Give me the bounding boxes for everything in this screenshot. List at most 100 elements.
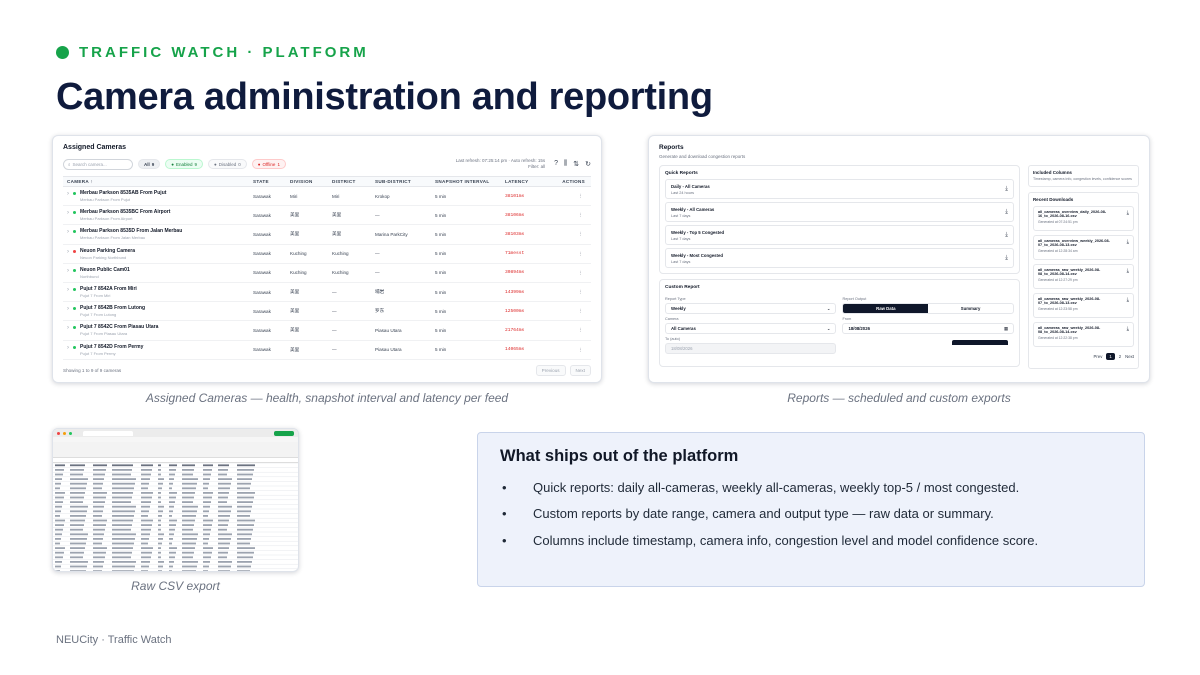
download-icon[interactable]: ⤓ xyxy=(1127,210,1129,217)
columns-icon[interactable]: ⫼ xyxy=(564,160,567,168)
col-camera[interactable]: CAMERA ↑ xyxy=(67,179,253,184)
download-icon[interactable]: ⤓ xyxy=(1127,297,1129,304)
filter-enabled-chip[interactable]: ● Enabled 9 xyxy=(165,159,204,169)
next-page-button[interactable]: Next xyxy=(1125,354,1134,359)
chevron-right-icon[interactable]: › xyxy=(67,210,69,216)
downloads-pager: Prev 1 2 Next xyxy=(1033,352,1134,360)
table-row[interactable]: › Pujut 7 8542D From Permy Pujut 7 From Pe… xyxy=(63,341,591,360)
download-icon[interactable]: ⤓ xyxy=(1005,232,1008,239)
more-actions-icon[interactable]: ⋮ xyxy=(551,251,591,257)
more-actions-icon[interactable]: ⋮ xyxy=(551,327,591,333)
more-actions-icon[interactable]: ⋮ xyxy=(551,347,591,353)
more-actions-icon[interactable]: ⋮ xyxy=(551,212,591,218)
report-output-toggle[interactable]: Raw Data Summary xyxy=(842,303,1014,314)
download-item[interactable]: all_cameras_raw_weekly_2026-08-07_to_202… xyxy=(1032,292,1134,318)
more-actions-icon[interactable]: ⋮ xyxy=(551,231,591,237)
refresh-icon[interactable]: ↻ xyxy=(585,160,591,168)
next-button[interactable]: Next xyxy=(569,364,591,376)
cell-division: 美里 xyxy=(290,289,300,295)
download-item[interactable]: all_cameras_raw_weekly_2026-08-08_to_202… xyxy=(1032,321,1134,347)
to-label: To (auto) xyxy=(665,337,680,341)
table-row[interactable]: › Pujut 7 8542A From Miri Pujut 7 From Mir… xyxy=(63,283,591,303)
download-item[interactable]: all_cameras_raw_weekly_2026-08-08_to_202… xyxy=(1032,263,1134,289)
camera-name: Merbau Parkson 8535BC From Airport xyxy=(80,209,171,216)
from-date-input[interactable]: 18/08/2026 ▦ xyxy=(842,323,1014,334)
more-actions-icon[interactable]: ⋮ xyxy=(551,308,591,314)
cell-text-mark xyxy=(203,542,208,545)
cell-text-mark xyxy=(218,478,232,480)
table-row[interactable]: › Neuon Parking Camera Neuon Parking North… xyxy=(63,245,591,264)
chevron-right-icon[interactable]: › xyxy=(67,325,69,331)
chevron-right-icon[interactable]: › xyxy=(67,345,69,351)
cell-text-mark xyxy=(203,547,213,549)
cell-text-mark xyxy=(182,473,193,476)
chevron-right-icon[interactable]: › xyxy=(67,268,69,274)
more-actions-icon[interactable]: ⋮ xyxy=(551,289,591,295)
report-type-select[interactable]: Weekly ⌄ xyxy=(665,303,837,314)
cell-text-mark xyxy=(55,538,61,540)
filter-offline-chip[interactable]: ● Offline 1 xyxy=(251,159,286,169)
cell-latency: 30894ms xyxy=(505,270,525,276)
chevron-right-icon[interactable]: › xyxy=(67,191,69,197)
summary-option[interactable]: Summary xyxy=(928,304,1013,313)
download-icon[interactable]: ⤓ xyxy=(1005,209,1008,216)
table-row[interactable]: › Merbau Parkson 8535AB From Pujut Merbau … xyxy=(63,187,591,207)
table-row[interactable]: › Neuon Public Cam01 Northbund Sarawak Kuchi… xyxy=(63,264,591,283)
camera-select[interactable]: All Cameras ⌄ xyxy=(665,323,837,334)
more-actions-icon[interactable]: ⋮ xyxy=(551,270,591,276)
table-row[interactable]: › Merbau Parkson 8535BC From Airport Merba… xyxy=(63,206,591,226)
camera-subtitle: Merbau Parkson From Jalan Merbau xyxy=(80,235,146,241)
showing-text: Showing 1 to 9 of 9 cameras xyxy=(63,367,122,373)
cameras-caption: Assigned Cameras — health, snapshot inte… xyxy=(145,391,509,405)
quick-reports-card: Quick Reports Daily - All Cameras Last 24… xyxy=(659,165,1020,274)
cell-text-mark xyxy=(158,528,161,531)
cell-text-mark xyxy=(93,469,106,471)
chevron-right-icon[interactable]: › xyxy=(67,249,69,255)
quick-report-item[interactable]: Weekly - All Cameras Last 7 days ⤓ xyxy=(665,202,1014,222)
col-interval: SNAPSHOT INTERVAL xyxy=(435,179,490,184)
download-item[interactable]: all_cameras_overview_daily_2026-08-16_to… xyxy=(1032,205,1134,231)
download-icon[interactable]: ⤓ xyxy=(1127,268,1129,275)
table-row[interactable]: › Pujut 7 8542B From Lutong Pujut 7 From L… xyxy=(63,302,591,322)
cell-division: 美里 xyxy=(290,308,300,314)
table-row[interactable]: › Pujut 7 8542C From Piasau Utara Pujut 7 … xyxy=(63,321,591,341)
filter-disabled-chip[interactable]: ● Disabled 0 xyxy=(208,159,247,169)
quick-report-item[interactable]: Weekly - Most Congested Last 7 days ⤓ xyxy=(665,248,1014,268)
cell-text-mark xyxy=(203,482,209,485)
download-icon[interactable]: ⤓ xyxy=(1127,239,1129,246)
cell-text-mark xyxy=(158,496,161,499)
quick-report-item[interactable]: Weekly - Top 5 Congested Last 7 days ⤓ xyxy=(665,225,1014,245)
cell-text-mark xyxy=(203,478,210,480)
camera-search-input[interactable]: ⌕ Search camera... xyxy=(63,158,133,170)
generate-button[interactable] xyxy=(951,340,1008,345)
cell-text-mark xyxy=(169,501,175,503)
csv-export-screenshot xyxy=(52,428,299,572)
filter-all-chip[interactable]: All 9 xyxy=(138,159,161,169)
cell-text-mark xyxy=(70,533,88,536)
download-icon[interactable]: ⤓ xyxy=(1127,326,1129,333)
cell-subdistrict: 埔岩 xyxy=(375,289,385,295)
chevron-right-icon[interactable]: › xyxy=(67,287,69,293)
chevron-right-icon[interactable]: › xyxy=(67,229,69,235)
assigned-cameras-screenshot: Assigned Cameras ⌕ Search camera... All 9… xyxy=(52,135,602,383)
prev-page-button[interactable]: Prev xyxy=(1094,354,1103,359)
cell-text-mark xyxy=(55,487,60,490)
download-item[interactable]: all_cameras_overview_weekly_2026-08-07_t… xyxy=(1032,234,1134,260)
cell-text-mark xyxy=(218,487,230,490)
download-icon[interactable]: ⤓ xyxy=(1005,255,1008,262)
help-icon[interactable]: ? xyxy=(554,160,558,168)
sort-icon[interactable]: ⇅ xyxy=(573,160,579,168)
raw-data-option[interactable]: Raw Data xyxy=(843,304,929,313)
status-dot-icon xyxy=(73,230,76,234)
quick-report-item[interactable]: Daily - All Cameras Last 24 hours ⤓ xyxy=(665,179,1014,199)
more-actions-icon[interactable]: ⋮ xyxy=(551,193,591,199)
chevron-right-icon[interactable]: › xyxy=(67,306,69,312)
page-2-button[interactable]: 2 xyxy=(1119,354,1121,359)
table-row[interactable]: › Merbau Parkson 8535D From Jalan Merbau M… xyxy=(63,225,591,245)
download-icon[interactable]: ⤓ xyxy=(1005,186,1008,193)
cell-text-mark xyxy=(169,565,173,568)
cell-text-mark xyxy=(70,538,87,540)
previous-button[interactable]: Previous xyxy=(535,364,566,376)
camera-name: Pujut 7 8542D From Permy xyxy=(80,343,144,350)
page-1-button[interactable]: 1 xyxy=(1106,352,1115,360)
